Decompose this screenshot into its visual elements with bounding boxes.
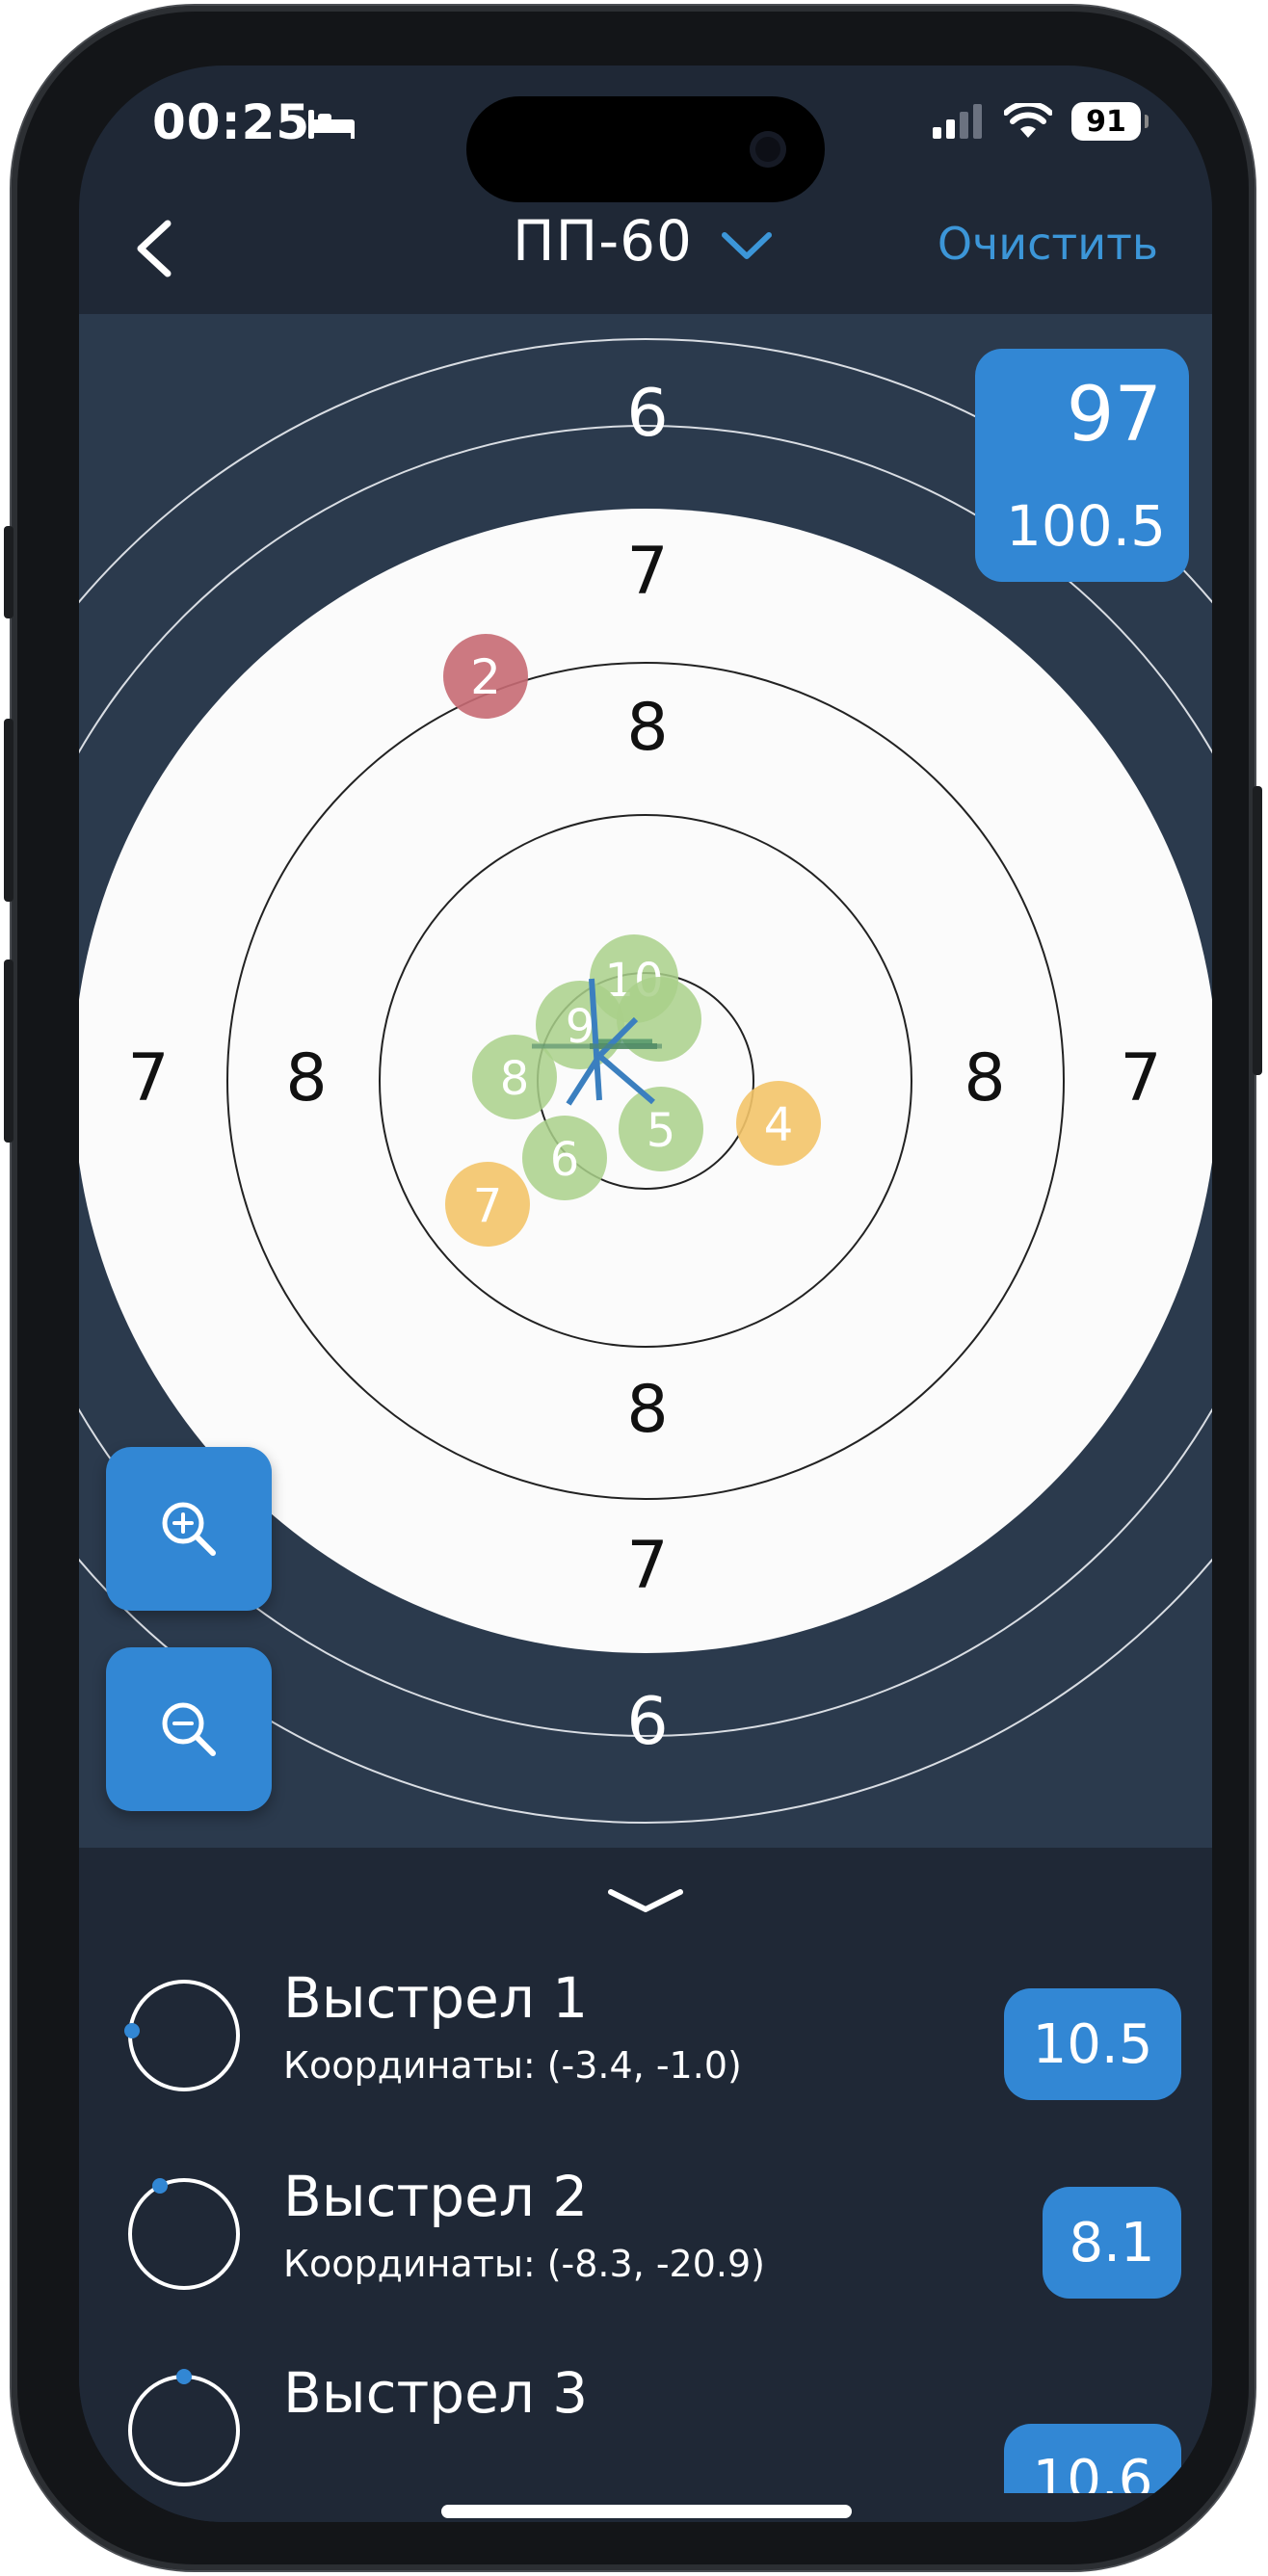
shot-name: Выстрел 3 <box>283 2360 589 2426</box>
shot-marker-label: 4 <box>764 1098 794 1152</box>
shot-name: Выстрел 2 <box>283 2164 589 2229</box>
ring-label-bottom-7: 7 <box>626 1528 668 1604</box>
home-indicator[interactable] <box>441 2505 852 2518</box>
shot-direction-icon <box>128 2178 240 2290</box>
zoom-in-icon <box>162 1502 216 1556</box>
volume-down-button <box>4 959 13 1143</box>
score-decimal: 100.5 <box>1005 493 1166 559</box>
ring-label-top-7: 7 <box>626 534 668 610</box>
shot-marker-label: 7 <box>473 1179 503 1233</box>
clear-button[interactable]: Очистить <box>938 218 1158 270</box>
screen: 00:25 91 ПП-60 Очистить 6 7 8 7 8 8 7 8 … <box>79 66 1212 2522</box>
shot-marker-label: 5 <box>647 1104 676 1158</box>
volume-up-button <box>4 719 13 902</box>
list-item-shot-2[interactable]: Выстрел 2 Координаты: (-8.3, -20.9) 8.1 <box>79 2142 1212 2335</box>
ring-label-right-7: 7 <box>1120 1040 1161 1117</box>
ring-label-left-7: 7 <box>127 1040 169 1117</box>
shot-marker-label: 2 <box>470 649 501 705</box>
shot-marker-4[interactable]: 4 <box>736 1081 821 1166</box>
ring-label-top-6: 6 <box>626 376 668 452</box>
ring-label-top-8: 8 <box>626 690 668 766</box>
list-item-shot-1[interactable]: Выстрел 1 Координаты: (-3.4, -1.0) 10.5 <box>79 1944 1212 2137</box>
power-button <box>1253 786 1262 1075</box>
shot-coordinates: Координаты: (-8.3, -20.9) <box>283 2243 765 2285</box>
score-total: 97 <box>1066 372 1162 459</box>
phone-frame: 00:25 91 ПП-60 Очистить 6 7 8 7 8 8 7 8 … <box>4 6 1262 2570</box>
ring-label-right-8: 8 <box>964 1040 1005 1117</box>
shot-score-badge: 10.5 <box>1004 1988 1181 2100</box>
status-icons: 91 <box>931 102 1149 141</box>
shot-marker-label: 6 <box>550 1133 580 1187</box>
shot-direction-icon <box>124 1980 240 2091</box>
zoom-out-button[interactable] <box>106 1647 272 1811</box>
back-chevron-icon[interactable] <box>133 220 175 277</box>
shot-direction-icon <box>128 2369 240 2486</box>
sleep-bed-icon <box>308 110 355 139</box>
battery-indicator: 91 <box>1071 102 1149 141</box>
list-item-shot-3[interactable]: Выстрел 3 10.6 <box>79 2339 1212 2493</box>
shot-marker-2[interactable]: 2 <box>443 634 528 719</box>
shot-marker-7[interactable]: 7 <box>445 1162 530 1247</box>
zoom-in-button[interactable] <box>106 1447 272 1611</box>
shot-marker-5[interactable]: 5 <box>619 1087 703 1171</box>
status-time: 00:25 <box>152 94 311 150</box>
cellular-signal-icon <box>933 104 982 139</box>
shot-name: Выстрел 1 <box>283 1965 589 2031</box>
shot-marker-6[interactable]: 6 <box>522 1116 607 1200</box>
dynamic-island <box>466 96 825 202</box>
chevron-down-icon[interactable] <box>721 229 773 262</box>
sheet-collapse-chevron-icon[interactable] <box>607 1886 684 1915</box>
ring-label-bottom-8: 8 <box>626 1372 668 1448</box>
shot-score-badge: 10.6 <box>1004 2424 1181 2493</box>
wifi-icon <box>1004 103 1052 138</box>
front-camera <box>750 131 786 168</box>
action-button <box>4 526 13 618</box>
shot-marker-label: 8 <box>500 1052 530 1106</box>
zoom-out-icon <box>162 1702 216 1756</box>
shot-coordinates: Координаты: (-3.4, -1.0) <box>283 2044 742 2087</box>
total-score-badge: 97 100.5 <box>975 349 1189 582</box>
ring-label-bottom-6: 6 <box>626 1684 668 1760</box>
target-type-title[interactable]: ПП-60 <box>513 208 693 274</box>
shot-score-badge: 8.1 <box>1043 2187 1181 2299</box>
ring-label-left-8: 8 <box>285 1040 327 1117</box>
